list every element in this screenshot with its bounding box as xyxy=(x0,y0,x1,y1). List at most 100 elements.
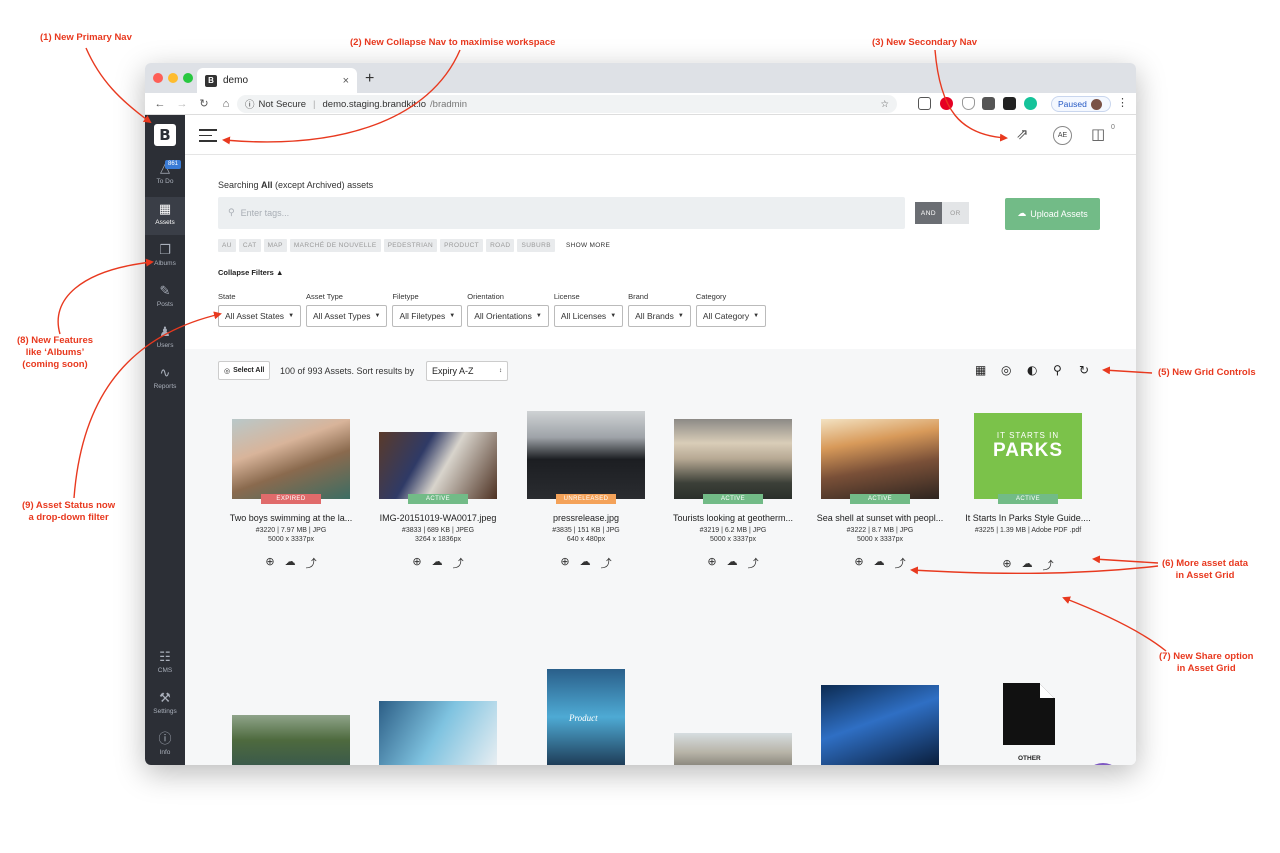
sidebar-item-posts[interactable]: ✎ Posts xyxy=(145,279,185,317)
browser-menu-icon[interactable]: ⋮ xyxy=(1117,96,1128,109)
download-cloud-icon[interactable]: ☁ xyxy=(285,555,296,571)
orientation-dropdown[interactable]: All Orientations ▼ xyxy=(467,305,549,327)
sidebar-item-info[interactable]: ⓘ Info xyxy=(145,727,185,765)
suggested-tags: AU CAT MAP MARCHÉ DE NOUVELLE PEDESTRIAN… xyxy=(218,239,610,252)
share-icon[interactable]: ⤴ xyxy=(601,555,612,571)
upload-assets-button[interactable]: ☁ Upload Assets xyxy=(1005,198,1100,230)
pocket-extension-icon[interactable] xyxy=(918,97,931,110)
asset-thumbnail[interactable]: ACTIVE xyxy=(674,419,792,504)
bookmark-star-icon[interactable]: ☆ xyxy=(880,99,889,110)
back-icon[interactable]: ← xyxy=(149,98,171,110)
add-circle-icon[interactable]: ⊕ xyxy=(560,555,569,571)
filetype-dropdown[interactable]: All Filetypes ▼ xyxy=(392,305,463,327)
puzzle-extension-icon[interactable] xyxy=(982,97,995,110)
avatar[interactable]: AE xyxy=(1053,126,1072,145)
license-dropdown[interactable]: All Licenses ▼ xyxy=(553,305,624,327)
refresh-icon[interactable]: ↻ xyxy=(1079,363,1089,377)
share-icon[interactable]: ⤴ xyxy=(895,555,906,571)
minimize-window-button[interactable] xyxy=(168,73,178,83)
sidebar-item-reports[interactable]: ∿ Reports xyxy=(145,361,185,399)
asset-card[interactable]: IT STARTS IN PARKS ACTIVE It Starts In P… xyxy=(958,413,1098,573)
sidebar-item-todo[interactable]: △ To Do 861 xyxy=(145,156,185,194)
select-all-button[interactable]: ◎ Select All xyxy=(218,361,271,380)
and-button[interactable]: AND xyxy=(915,202,942,224)
basket-icon[interactable]: ◫ xyxy=(1091,125,1105,143)
asset-thumbnail[interactable] xyxy=(232,715,350,765)
download-cloud-icon[interactable]: ☁ xyxy=(1022,557,1033,573)
document-file-icon[interactable] xyxy=(1003,683,1055,745)
brand-dropdown[interactable]: All Brands ▼ xyxy=(628,305,691,327)
tag-chip[interactable]: MARCHÉ DE NOUVELLE xyxy=(289,239,381,252)
add-circle-icon[interactable]: ⊕ xyxy=(265,555,274,571)
add-circle-icon[interactable]: ⊕ xyxy=(854,555,863,571)
tag-chip[interactable]: PRODUCT xyxy=(440,239,484,252)
share-icon[interactable]: ⤴ xyxy=(1043,557,1054,573)
shield-extension-icon[interactable] xyxy=(962,97,975,110)
or-button[interactable]: OR xyxy=(942,202,969,224)
asset-card[interactable]: ACTIVE IMG-20151019-WA0017.jpeg #3833 | … xyxy=(368,419,508,571)
grammarly-extension-icon[interactable] xyxy=(1024,97,1037,110)
tag-chip[interactable]: PEDESTRIAN xyxy=(383,239,438,252)
asset-card[interactable]: EXPIRED Two boys swimming at the la... #… xyxy=(221,419,361,571)
add-circle-icon[interactable]: ⊕ xyxy=(1002,557,1011,573)
url-field[interactable]: ⓘ Not Secure | demo.staging.brandkit.io /… xyxy=(237,95,897,113)
share-icon[interactable]: ⤴ xyxy=(453,555,464,571)
share-icon[interactable]: ⤴ xyxy=(306,555,317,571)
sidebar-item-settings[interactable]: ⚒ Settings xyxy=(145,686,185,724)
asset-card[interactable]: ACTIVE Sea shell at sunset with peopl...… xyxy=(810,419,950,571)
browser-tab[interactable]: B demo × xyxy=(197,68,357,93)
brandkit-logo[interactable]: B xyxy=(154,124,176,146)
asset-thumbnail[interactable]: Product xyxy=(547,669,625,765)
sidebar-item-users[interactable]: ♟ Users xyxy=(145,320,185,358)
asset-thumbnail[interactable] xyxy=(379,701,497,765)
download-cloud-icon[interactable]: ☁ xyxy=(874,555,885,571)
sidebar-item-assets[interactable]: ▦ Assets xyxy=(145,197,185,235)
tag-chip[interactable]: CAT xyxy=(238,239,261,252)
tag-chip[interactable]: MAP xyxy=(263,239,287,252)
sort-dropdown[interactable]: Expiry A-Z ↕ xyxy=(426,361,508,381)
asset-card[interactable]: UNRELEASED pressrelease.jpg #3835 | 151 … xyxy=(516,411,656,571)
close-window-button[interactable] xyxy=(153,73,163,83)
show-more-link[interactable]: SHOW MORE xyxy=(566,242,610,249)
new-tab-button[interactable]: + xyxy=(365,70,374,88)
tag-search-input[interactable]: ⚲ Enter tags... xyxy=(218,197,905,229)
asset-thumbnail[interactable]: EXPIRED xyxy=(232,419,350,504)
asset-thumbnail[interactable]: UNRELEASED xyxy=(527,411,645,504)
share-frame-icon[interactable]: ⇗ xyxy=(1016,125,1029,143)
category-dropdown[interactable]: All Category ▼ xyxy=(695,305,767,327)
asset-thumbnail[interactable]: IT STARTS IN PARKS ACTIVE xyxy=(974,413,1082,504)
sidebar-item-albums[interactable]: ❐ Albums xyxy=(145,238,185,276)
asset-thumbnail[interactable]: ACTIVE xyxy=(379,432,497,504)
download-cloud-icon[interactable]: ☁ xyxy=(432,555,443,571)
colour-filter-icon[interactable]: ◎ xyxy=(1001,363,1011,377)
add-circle-icon[interactable]: ⊕ xyxy=(707,555,716,571)
annotation-primary-nav: (1) New Primary Nav xyxy=(40,32,132,43)
location-pin-icon[interactable]: ⚲ xyxy=(1053,363,1062,377)
asset-type-dropdown[interactable]: All Asset Types ▼ xyxy=(306,305,388,327)
asset-thumbnail[interactable]: ACTIVE xyxy=(821,419,939,504)
add-circle-icon[interactable]: ⊕ xyxy=(412,555,421,571)
home-icon[interactable]: ⌂ xyxy=(215,98,237,110)
download-cloud-icon[interactable]: ☁ xyxy=(727,555,738,571)
pinterest-extension-icon[interactable] xyxy=(940,97,953,110)
reload-icon[interactable]: ↻ xyxy=(193,97,215,110)
share-icon[interactable]: ⤴ xyxy=(748,555,759,571)
collapse-filters-link[interactable]: Collapse Filters ▲ xyxy=(218,268,283,277)
tab-close-icon[interactable]: × xyxy=(343,75,349,87)
tag-chip[interactable]: AU xyxy=(218,239,236,252)
asset-thumbnail[interactable] xyxy=(821,685,939,765)
asset-card[interactable]: ACTIVE Tourists looking at geotherm... #… xyxy=(663,419,803,571)
download-cloud-icon[interactable]: ☁ xyxy=(580,555,591,571)
brandkit-extension-icon[interactable] xyxy=(1003,97,1016,110)
maximize-window-button[interactable] xyxy=(183,73,193,83)
forward-icon[interactable]: → xyxy=(171,98,193,110)
asset-thumbnail[interactable] xyxy=(674,733,792,765)
sidebar-item-cms[interactable]: ☷ CMS xyxy=(145,645,185,683)
tag-chip[interactable]: ROAD xyxy=(486,239,515,252)
state-dropdown[interactable]: All Asset States ▼ xyxy=(218,305,302,327)
profile-button[interactable]: Paused xyxy=(1051,96,1111,112)
collapse-nav-icon[interactable] xyxy=(199,129,217,143)
contrast-icon[interactable]: ◐ xyxy=(1027,363,1037,377)
tag-chip[interactable]: SUBURB xyxy=(517,239,555,252)
grid-view-icon[interactable]: ▦ xyxy=(975,363,986,377)
